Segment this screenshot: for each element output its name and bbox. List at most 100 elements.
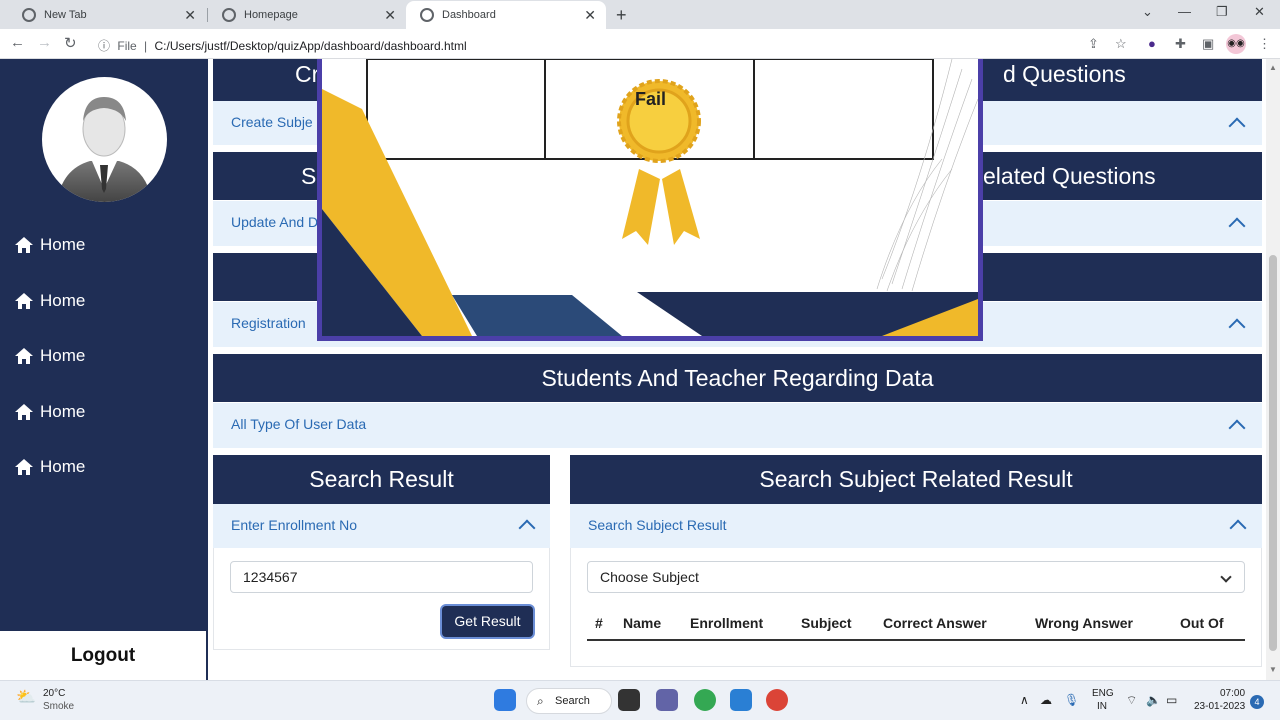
- region-code[interactable]: IN: [1097, 701, 1107, 712]
- tray-chevron-up-icon[interactable]: ∧: [1020, 693, 1029, 707]
- page-scrollbar[interactable]: ▲ ▼: [1266, 59, 1280, 680]
- microphone-icon[interactable]: 🎙: [1064, 693, 1079, 707]
- close-icon[interactable]: ✕: [384, 7, 396, 24]
- accordion-user-data[interactable]: All Type Of User Data: [213, 403, 1262, 448]
- chevron-up-icon: [1228, 217, 1246, 235]
- close-icon[interactable]: ✕: [584, 7, 596, 24]
- table-header-correct-answer: Correct Answer: [883, 615, 987, 631]
- taskbar-search[interactable]: ⌕ Search: [526, 688, 612, 714]
- search-icon: ⌕: [537, 694, 544, 708]
- search-label: Search: [555, 695, 590, 707]
- battery-icon[interactable]: ▭: [1166, 693, 1177, 707]
- get-result-button[interactable]: Get Result: [442, 606, 533, 637]
- accordion-enrollment[interactable]: Enter Enrollment No: [213, 504, 550, 548]
- sidebar-item-home-4[interactable]: Home: [14, 402, 85, 422]
- logout-button[interactable]: Logout: [0, 631, 208, 680]
- chevron-up-icon: [1228, 318, 1246, 336]
- tab-title: Dashboard: [442, 9, 496, 21]
- extensions-puzzle-icon[interactable]: ✚: [1175, 36, 1186, 52]
- chevron-up-icon: [518, 519, 536, 537]
- maximize-button[interactable]: ❐: [1216, 4, 1228, 20]
- table-header-out-of: Out Of: [1180, 615, 1224, 631]
- weather-desc: Smoke: [43, 701, 75, 712]
- section-header-right-text: d Questions: [1003, 61, 1126, 87]
- table-header-enrollment: Enrollment: [690, 615, 764, 631]
- tab-title: Homepage: [244, 9, 298, 21]
- chat-icon[interactable]: [656, 689, 678, 711]
- tab-dashboard[interactable]: Dashboard ✕: [406, 1, 606, 29]
- home-icon: [15, 459, 33, 475]
- sidebar-item-home-5[interactable]: Home: [14, 457, 85, 477]
- home-icon: [15, 404, 33, 420]
- clock-date[interactable]: 23-01-2023: [1194, 701, 1245, 712]
- home-icon: [15, 293, 33, 309]
- language-code[interactable]: ENG: [1092, 688, 1114, 699]
- notification-badge[interactable]: 4: [1250, 695, 1264, 709]
- businessman-avatar-icon: [57, 97, 152, 202]
- tab-homepage[interactable]: Homepage ✕: [208, 1, 406, 29]
- task-view-icon[interactable]: [618, 689, 640, 711]
- accordion-subject-result[interactable]: Search Subject Result: [570, 504, 1262, 548]
- forward-arrow-icon[interactable]: →: [37, 34, 52, 51]
- minimize-button[interactable]: —: [1178, 4, 1191, 19]
- globe-icon: [222, 8, 236, 22]
- address-bar[interactable]: ⓘ File | C:/Users/justf/Desktop/quizApp/…: [98, 37, 467, 54]
- browser-toolbar: ← → ↻ ⓘ File | C:/Users/justf/Desktop/qu…: [0, 29, 1280, 59]
- section-header-left-text: S: [301, 163, 317, 189]
- new-tab-button[interactable]: +: [616, 5, 627, 26]
- section-header-left-text: Cr: [295, 61, 320, 87]
- subject-select[interactable]: Choose Subject: [587, 561, 1245, 593]
- reload-icon[interactable]: ↻: [64, 34, 77, 52]
- tab-search-icon[interactable]: ⌄: [1142, 4, 1153, 20]
- subject-result-header: Search Subject Related Result: [570, 455, 1262, 504]
- side-panel-icon[interactable]: ▣: [1202, 36, 1214, 52]
- chevron-down-icon: [1220, 571, 1232, 583]
- chrome-icon[interactable]: [694, 689, 716, 711]
- avatar: [42, 77, 167, 202]
- windows-start-icon[interactable]: [494, 689, 516, 711]
- scrollbar-thumb[interactable]: [1269, 255, 1277, 651]
- home-icon: [15, 348, 33, 364]
- sidebar-item-home-1[interactable]: Home: [14, 235, 85, 255]
- sidebar-item-home-2[interactable]: Home: [14, 291, 85, 311]
- sidebar-item-label: Home: [40, 291, 86, 310]
- chevron-up-icon: [1228, 117, 1246, 135]
- scroll-down-arrow-icon[interactable]: ▼: [1269, 665, 1277, 674]
- url-divider: |: [144, 39, 148, 53]
- accordion-label: Create Subje: [231, 114, 313, 130]
- weather-temp: 20°C: [43, 688, 66, 699]
- cloud-icon[interactable]: ☁: [1040, 693, 1052, 707]
- back-arrow-icon[interactable]: ←: [10, 34, 25, 51]
- browser-tab-strip: New Tab ✕ Homepage ✕ Dashboard ✕ + ⌄ — ❐…: [0, 0, 1280, 29]
- certificate-modal: Fail: [317, 59, 983, 341]
- extension-shield-icon[interactable]: ●: [1148, 36, 1156, 51]
- screen: New Tab ✕ Homepage ✕ Dashboard ✕ + ⌄ — ❐…: [0, 0, 1280, 720]
- tab-title: New Tab: [44, 9, 87, 21]
- sidebar-item-home-3[interactable]: Home: [14, 346, 85, 366]
- sidebar-item-label: Home: [40, 346, 86, 365]
- scroll-up-arrow-icon[interactable]: ▲: [1269, 63, 1277, 72]
- table-header-name: Name: [623, 615, 662, 631]
- vscode-icon[interactable]: [730, 689, 752, 711]
- wifi-icon[interactable]: ⌔: [1126, 693, 1137, 708]
- search-result-header: Search Result: [213, 455, 550, 504]
- windows-taskbar: ⛅ 20°C Smoke ⌕ Search ∧ ☁ 🎙 ENG IN ⌔ 🔈 ▭…: [0, 680, 1280, 720]
- accordion-label: Search Subject Result: [588, 517, 727, 533]
- accordion-label: Enter Enrollment No: [231, 517, 358, 533]
- enrollment-input[interactable]: 1234567: [230, 561, 533, 593]
- sidebar-item-label: Home: [40, 457, 86, 476]
- close-icon[interactable]: ✕: [184, 7, 196, 24]
- table-header-index: #: [595, 615, 603, 631]
- weather-icon: ⛅: [16, 689, 36, 706]
- window-close-button[interactable]: ✕: [1254, 4, 1265, 20]
- clock-time[interactable]: 07:00: [1220, 688, 1245, 699]
- bookmark-star-icon[interactable]: ☆: [1115, 36, 1127, 52]
- chevron-up-icon: [1228, 419, 1246, 437]
- profile-avatar[interactable]: ◉◉: [1226, 34, 1246, 54]
- share-icon[interactable]: ⇪: [1088, 36, 1099, 52]
- tab-new-tab[interactable]: New Tab ✕: [8, 1, 206, 29]
- menu-dots-icon[interactable]: ⋮: [1258, 36, 1271, 52]
- speaker-icon[interactable]: 🔈: [1146, 693, 1161, 707]
- chrome-profile-icon[interactable]: [766, 689, 788, 711]
- globe-icon: [22, 8, 36, 22]
